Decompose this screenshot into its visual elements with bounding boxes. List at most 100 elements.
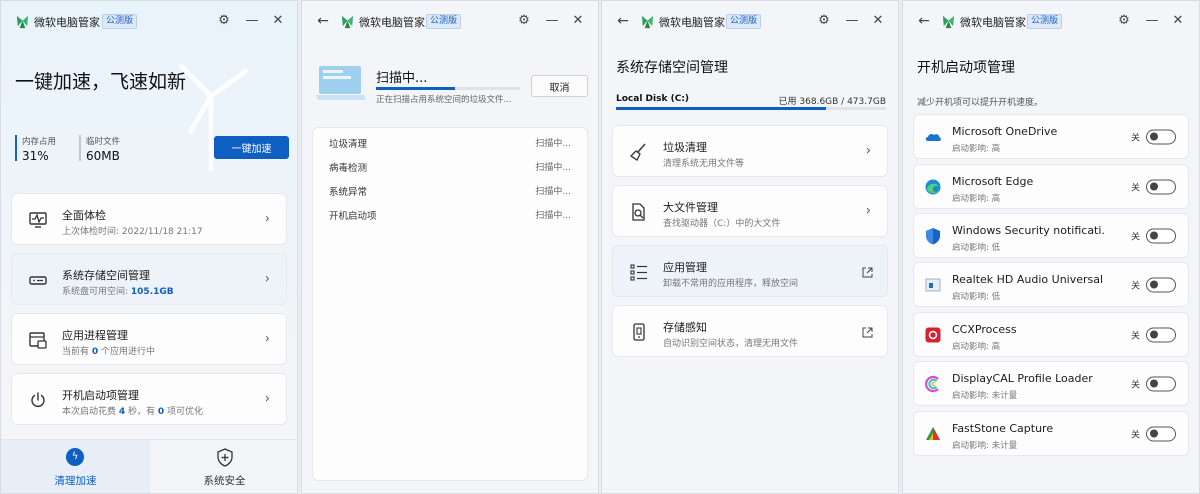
card-subtitle: 查找驱动器（C:）中的大文件 xyxy=(663,219,781,229)
card-subtitle: 自动识别空间状态，清理无用文件 xyxy=(663,339,799,349)
startup-toggle[interactable] xyxy=(1146,179,1176,194)
minimize-button[interactable]: — xyxy=(243,12,261,30)
faststone-icon xyxy=(926,426,940,440)
card-subtitle: 本次启动花费 4 秒，有 0 项可优化 xyxy=(62,404,203,417)
minimize-button[interactable]: — xyxy=(543,12,561,30)
startup-card[interactable]: 开机启动项管理 本次启动花费 4 秒，有 0 项可优化 › xyxy=(11,373,287,425)
storage-icon xyxy=(29,276,47,285)
nav-tab-label: 清理加速 xyxy=(54,475,97,487)
startup-impact: 启动影响: 未计量 xyxy=(952,391,1018,401)
startup-impact: 启动影响: 未计量 xyxy=(952,441,1018,451)
app-logo-icon xyxy=(341,15,354,29)
startup-app-name: FastStone Capture xyxy=(952,422,1054,435)
startup-item: DisplayCAL Profile Loader 启动影响: 未计量 关 xyxy=(913,361,1189,406)
startup-toggle[interactable] xyxy=(1146,129,1176,144)
scan-title: 扫描中... xyxy=(376,71,428,86)
page-title: 系统存储空间管理 xyxy=(616,60,728,76)
displaycal-icon xyxy=(925,375,939,392)
app-management-card[interactable]: 应用管理 卸载不常用的应用程序，释放空间 xyxy=(612,245,888,297)
back-arrow-icon[interactable]: ← xyxy=(915,12,933,30)
scan-item-status: 扫描中... xyxy=(535,139,571,149)
back-arrow-icon[interactable]: ← xyxy=(614,12,632,30)
startup-impact: 启动影响: 低 xyxy=(952,243,1001,253)
startup-item: Windows Security notificati... 启动影响: 低 关 xyxy=(913,213,1189,258)
temp-files-stat-value: 60MB xyxy=(86,149,120,163)
app-logo-icon xyxy=(641,15,654,29)
card-subtitle-suffix: 项可优化 xyxy=(164,407,204,417)
scan-subtitle: 正在扫描占用系统空间的垃圾文件... xyxy=(376,95,512,105)
startup-toggle[interactable] xyxy=(1146,327,1176,342)
junk-cleanup-card[interactable]: 垃圾清理 清理系统无用文件等 › xyxy=(612,125,888,177)
chevron-right-icon: › xyxy=(264,391,270,407)
scan-row: 病毒检测 扫描中... xyxy=(329,157,571,177)
card-title: 大文件管理 xyxy=(663,201,718,214)
page-subtitle: 减少开机项可以提升开机速度。 xyxy=(917,98,1044,108)
temp-files-stat: 临时文件 60MB xyxy=(79,135,120,163)
close-button[interactable]: ✕ xyxy=(1169,12,1187,30)
lightning-icon: ϟ xyxy=(66,448,84,466)
startup-app-name: Realtek HD Audio Universal ... xyxy=(952,273,1104,286)
settings-gear-icon[interactable]: ⚙ xyxy=(815,12,833,30)
laptop-scan-illustration xyxy=(316,66,366,100)
scan-progress-bar xyxy=(376,87,520,90)
large-file-card[interactable]: 大文件管理 查找驱动器（C:）中的大文件 › xyxy=(612,185,888,237)
storage-sense-card[interactable]: 存储感知 自动识别空间状态，清理无用文件 xyxy=(612,305,888,357)
boost-button[interactable]: 一键加速 xyxy=(214,136,289,159)
storage-window: ← 微软电脑管家 公测版 ⚙ — ✕ 系统存储空间管理 Local Disk (… xyxy=(601,0,899,494)
settings-gear-icon[interactable]: ⚙ xyxy=(215,12,233,30)
app-logo-icon xyxy=(942,15,955,29)
close-button[interactable]: ✕ xyxy=(569,12,587,30)
back-arrow-icon[interactable]: ← xyxy=(314,12,332,30)
disk-usage-text: 已用 368.6GB / 473.7GB xyxy=(778,97,886,107)
startup-toggle[interactable] xyxy=(1146,426,1176,441)
scan-results-card: 垃圾清理 扫描中... 病毒检测 扫描中... 系统异常 扫描中... 开机启动… xyxy=(312,127,588,481)
startup-app-name: DisplayCAL Profile Loader xyxy=(952,372,1093,385)
startup-toggle[interactable] xyxy=(1146,228,1176,243)
scan-item-status: 扫描中... xyxy=(535,163,571,173)
startup-toggle[interactable] xyxy=(1146,376,1176,391)
free-space-value: 105.1GB xyxy=(130,287,174,297)
broom-icon xyxy=(629,143,646,161)
card-title: 存储感知 xyxy=(663,321,707,334)
storage-card[interactable]: 系统存储空间管理 系统盘可用空间: 105.1GB › xyxy=(11,253,287,305)
settings-gear-icon[interactable]: ⚙ xyxy=(515,12,533,30)
shield-icon xyxy=(217,448,233,467)
startup-impact: 启动影响: 高 xyxy=(952,144,1001,154)
card-subtitle: 系统盘可用空间: 105.1GB xyxy=(62,284,174,297)
title-bar: ← 微软电脑管家 公测版 ⚙ — ✕ xyxy=(903,1,1199,41)
app-list-icon xyxy=(630,264,647,281)
title-bar: 微软电脑管家 公测版 ⚙ — ✕ xyxy=(1,1,297,41)
health-check-card[interactable]: 全面体检 上次体检时间: 2022/11/18 21:17 › xyxy=(11,193,287,245)
health-check-icon xyxy=(29,212,47,228)
scan-item-status: 扫描中... xyxy=(535,187,571,197)
disk-name: Local Disk (C:) xyxy=(616,94,690,104)
windows-security-icon xyxy=(926,227,940,244)
toggle-state-label: 关 xyxy=(1130,281,1140,291)
nav-tab-cleanup[interactable]: ϟ 清理加速 xyxy=(1,440,150,493)
ccxprocess-icon xyxy=(925,327,941,342)
minimize-button[interactable]: — xyxy=(1143,12,1161,30)
card-subtitle-mid: 秒，有 xyxy=(125,407,158,417)
chevron-right-icon: › xyxy=(865,203,871,219)
beta-badge: 公测版 xyxy=(102,14,138,29)
startup-toggle[interactable] xyxy=(1146,277,1176,292)
minimize-button[interactable]: — xyxy=(843,12,861,30)
toggle-state-label: 关 xyxy=(1130,331,1140,341)
scan-item-name: 开机启动项 xyxy=(329,211,377,222)
home-window: 微软电脑管家 公测版 ⚙ — ✕ 一键加速，飞速如新 内存占用 31% 临时文件… xyxy=(0,0,298,494)
scan-row: 开机启动项 扫描中... xyxy=(329,205,571,225)
app-title: 微软电脑管家 xyxy=(960,16,1026,29)
memory-stat: 内存占用 31% xyxy=(15,135,56,163)
close-button[interactable]: ✕ xyxy=(869,12,887,30)
disk-usage-bar xyxy=(616,107,886,110)
close-button[interactable]: ✕ xyxy=(269,12,287,30)
cancel-button[interactable]: 取消 xyxy=(531,75,588,97)
startup-impact: 启动影响: 高 xyxy=(952,342,1001,352)
realtek-audio-icon xyxy=(925,278,941,291)
nav-tab-label: 系统安全 xyxy=(203,475,246,487)
settings-gear-icon[interactable]: ⚙ xyxy=(1115,12,1133,30)
nav-tab-security[interactable]: 系统安全 xyxy=(150,440,297,493)
chevron-right-icon: › xyxy=(865,143,871,159)
process-card[interactable]: 应用进程管理 当前有 0 个应用进行中 › xyxy=(11,313,287,365)
external-link-icon xyxy=(862,327,873,338)
